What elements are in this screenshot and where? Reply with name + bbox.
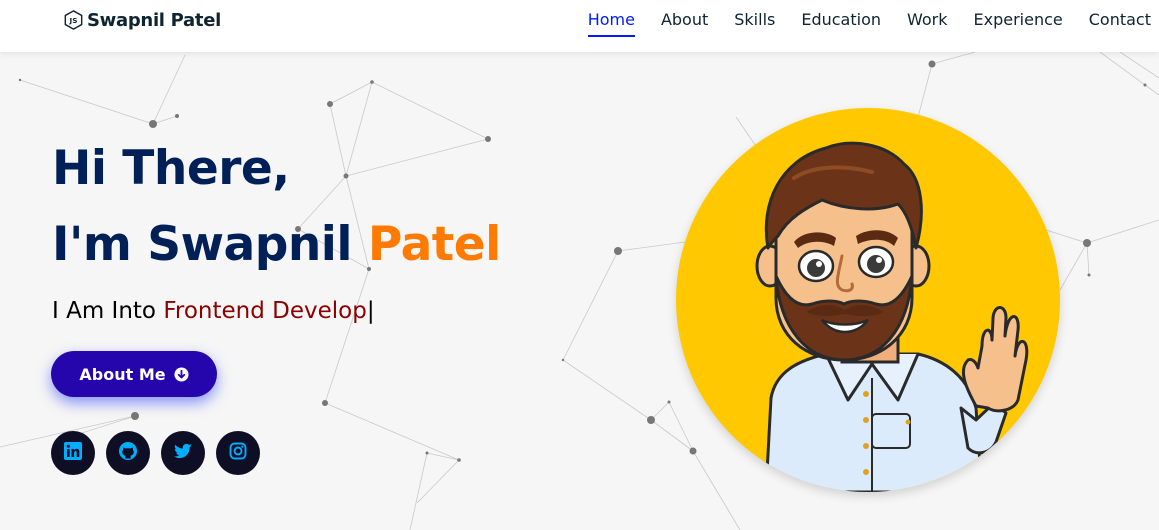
- nav-skills[interactable]: Skills: [734, 10, 775, 38]
- typing-prefix: I Am Into: [52, 298, 156, 324]
- logo-text: Swapnil Patel: [87, 9, 221, 31]
- svg-text:JS: JS: [69, 16, 78, 25]
- avatar-circle: [676, 108, 1060, 492]
- instagram-link[interactable]: [216, 431, 260, 475]
- nav-about[interactable]: About: [661, 10, 708, 38]
- hero-intro-prefix: I'm Swapnil: [52, 217, 353, 272]
- linkedin-link[interactable]: [51, 431, 95, 475]
- nav-experience[interactable]: Experience: [974, 10, 1063, 38]
- typing-cursor: |: [366, 298, 375, 324]
- about-me-button-label: About Me: [79, 364, 166, 384]
- hero-text: Hi There, I'm Swapnil Patel I Am Into Fr…: [52, 138, 501, 324]
- about-me-button[interactable]: About Me: [51, 351, 217, 397]
- hero-intro: I'm Swapnil Patel: [52, 214, 501, 276]
- profile-avatar: [676, 108, 1060, 492]
- instagram-icon: [228, 441, 248, 465]
- cartoon-avatar-illustration: [755, 141, 1029, 492]
- typing-text: I Am Into Frontend Develop|: [52, 298, 501, 324]
- main-nav: Home About Skills Education Work Experie…: [562, 10, 1151, 38]
- github-link[interactable]: [106, 431, 150, 475]
- js-hexagon-icon: JS: [64, 10, 83, 30]
- twitter-link[interactable]: [161, 431, 205, 475]
- social-links: [51, 431, 271, 475]
- twitter-icon: [173, 441, 193, 465]
- header: JS Swapnil Patel Home About Skills Educa…: [0, 0, 1159, 52]
- hero-greeting: Hi There,: [52, 141, 290, 196]
- nav-education[interactable]: Education: [801, 10, 881, 38]
- typing-value: Frontend Develop: [163, 298, 367, 324]
- hero-intro-name: Patel: [367, 217, 501, 272]
- nav-work[interactable]: Work: [907, 10, 948, 38]
- logo[interactable]: JS Swapnil Patel: [64, 8, 221, 32]
- arrow-circle-down-icon: [174, 366, 189, 382]
- nav-contact[interactable]: Contact: [1089, 10, 1151, 38]
- linkedin-icon: [63, 441, 83, 465]
- github-icon: [118, 441, 138, 465]
- nav-home[interactable]: Home: [587, 10, 636, 38]
